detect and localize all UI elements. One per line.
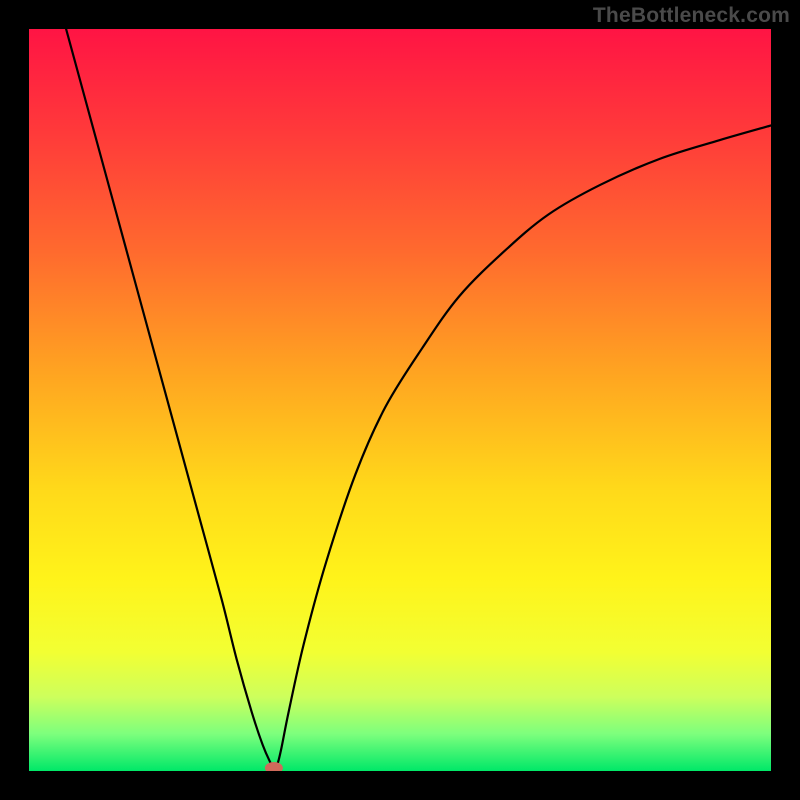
watermark-text: TheBottleneck.com [593,4,790,28]
chart-frame: TheBottleneck.com [0,0,800,800]
bottleneck-chart [29,29,771,771]
chart-background [29,29,771,771]
